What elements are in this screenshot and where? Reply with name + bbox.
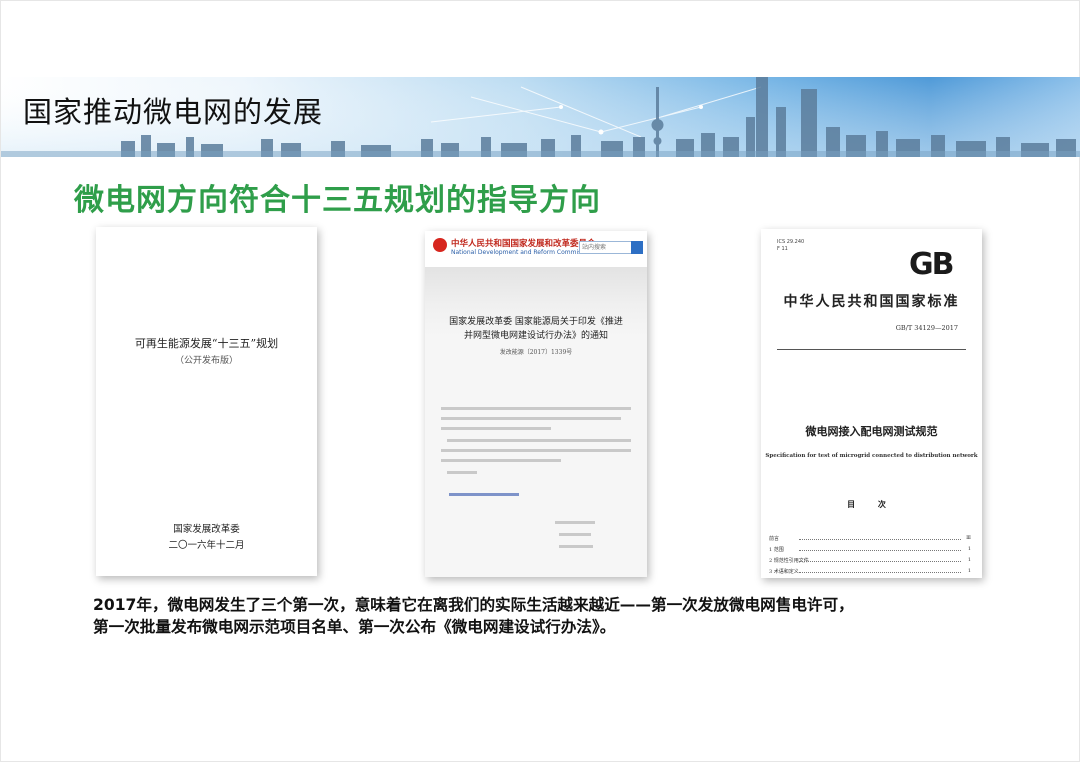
ndrc-name-cn: 中华人民共和国国家发展和改革委员会 bbox=[451, 239, 596, 249]
signature-line bbox=[555, 521, 595, 524]
standard-number: GB/T 34129—2017 bbox=[895, 324, 958, 332]
toc-heading: 目 次 bbox=[847, 499, 896, 509]
renewable-energy-plan-cover: 可再生能源发展“十三五”规划 （公开发布版） 国家发展改革委 二〇一六年十二月 bbox=[96, 227, 317, 576]
notice-title-line2: 并网型微电网建设试行办法》的通知 bbox=[463, 331, 608, 341]
title-banner: 国家推动微电网的发展 bbox=[1, 77, 1080, 157]
toc-item: 2 规范性引用文件 1 bbox=[769, 557, 971, 564]
search-icon bbox=[631, 241, 643, 254]
notice-number: 发改能源〔2017〕1339号 bbox=[499, 349, 573, 356]
plan-issuer: 国家发展改革委 bbox=[173, 524, 240, 535]
body-text-line bbox=[447, 471, 477, 474]
caption-line2: 第一次批量发布微电网示范项目名单、第一次公布《微电网建设试行办法》。 bbox=[93, 618, 616, 636]
plan-subtitle: （公开发布版） bbox=[174, 356, 238, 366]
caption-line1: 2017年，微电网发生了三个第一次，意味着它在离我们的实际生活越来越近——第一次… bbox=[93, 596, 854, 614]
plan-date: 二〇一六年十二月 bbox=[168, 540, 245, 551]
attachment-link bbox=[449, 493, 519, 496]
body-text-line bbox=[447, 439, 631, 442]
body-text-line bbox=[441, 459, 561, 462]
body-text-line bbox=[441, 417, 621, 420]
toc-item: 前言 Ⅲ bbox=[769, 535, 971, 542]
signature-line bbox=[559, 533, 591, 536]
national-emblem-icon bbox=[433, 238, 447, 252]
body-text-line bbox=[441, 449, 631, 452]
site-search-input: 站内搜索 bbox=[579, 241, 633, 254]
signature-line bbox=[559, 545, 593, 548]
ics-code: ICS 29.240 F 11 bbox=[777, 239, 805, 252]
notice-title-line1: 国家发展改革委 国家能源局关于印发《推进 bbox=[449, 317, 623, 327]
section-heading: 微电网方向符合十三五规划的指导方向 bbox=[74, 183, 601, 218]
standard-title: 微电网接入配电网测试规范 bbox=[805, 425, 938, 438]
gb-logo: GB bbox=[909, 247, 954, 282]
plan-title: 可再生能源发展“十三五”规划 bbox=[134, 337, 279, 350]
gb-standard-cover: ICS 29.240 F 11 GB 中华人民共和国国家标准 GB/T 3412… bbox=[761, 229, 982, 578]
ndrc-notice-screenshot: 中华人民共和国国家发展和改革委员会 National Development a… bbox=[425, 231, 647, 577]
ndrc-name-en: National Development and Reform Commissi… bbox=[451, 249, 594, 256]
divider bbox=[777, 349, 966, 350]
page-title: 国家推动微电网的发展 bbox=[23, 95, 324, 129]
toc-item: 3 术语和定义 1 bbox=[769, 568, 971, 575]
body-text-line bbox=[441, 427, 551, 430]
toc-item: 1 范围 1 bbox=[769, 546, 971, 553]
slide: 国家推动微电网的发展 微电网方向符合十三五规划的指导方向 可再生能源发展“十三五… bbox=[0, 0, 1080, 762]
standard-title-en: Specification for test of microgrid conn… bbox=[765, 453, 978, 459]
national-standard-heading: 中华人民共和国国家标准 bbox=[783, 294, 960, 310]
notice-title: 国家发展改革委 国家能源局关于印发《推进 并网型微电网建设试行办法》的通知 bbox=[425, 315, 647, 343]
body-text-line bbox=[441, 407, 631, 410]
ndrc-header: 中华人民共和国国家发展和改革委员会 National Development a… bbox=[425, 231, 647, 267]
caption-text: 2017年，微电网发生了三个第一次，意味着它在离我们的实际生活越来越近——第一次… bbox=[93, 594, 1053, 638]
